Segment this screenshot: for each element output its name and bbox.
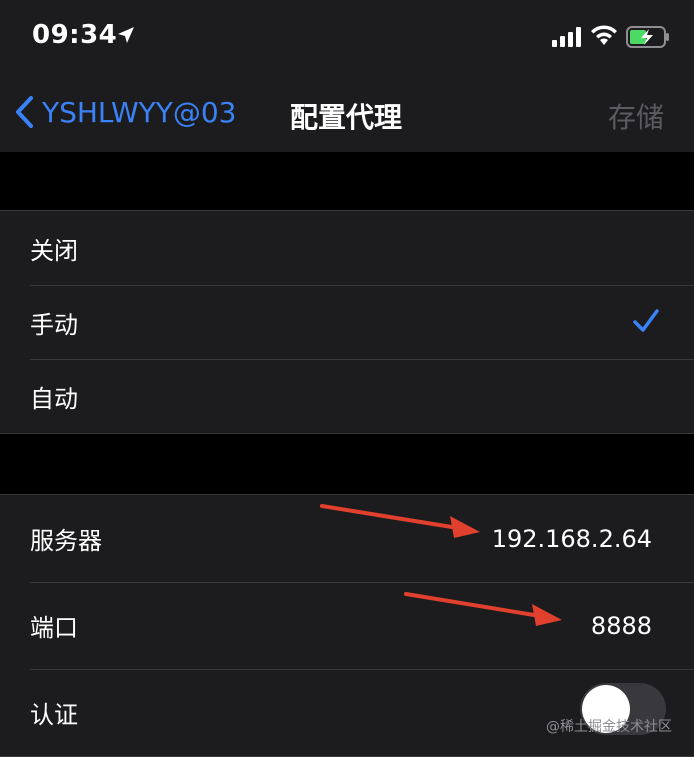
watermark: @稀土掘金技术社区 xyxy=(546,719,672,735)
back-button-label: YSHLWYY@03 xyxy=(42,95,237,129)
server-label: 服务器 xyxy=(30,527,102,555)
proxy-mode-off[interactable]: 关闭 xyxy=(0,211,694,285)
auth-label: 认证 xyxy=(30,701,78,729)
battery-charging-icon xyxy=(626,26,669,48)
auth-row: 认证 xyxy=(0,669,694,756)
proxy-mode-group: 关闭 手动 自动 xyxy=(0,210,694,434)
proxy-mode-auto[interactable]: 自动 xyxy=(0,359,694,433)
location-arrow-icon xyxy=(118,27,134,43)
port-field[interactable]: 8888 xyxy=(591,612,652,640)
chevron-left-icon xyxy=(16,96,33,128)
annotation-arrow-server xyxy=(320,504,480,538)
port-row[interactable]: 端口 8888 xyxy=(0,582,694,669)
annotation-arrow-port xyxy=(404,592,562,626)
port-label: 端口 xyxy=(30,614,78,642)
page-title: 配置代理 xyxy=(290,101,403,134)
proxy-mode-off-label: 关闭 xyxy=(30,236,78,265)
proxy-mode-manual-label: 手动 xyxy=(30,310,78,339)
save-button[interactable]: 存储 xyxy=(608,96,664,136)
navigation-bar: YSHLWYY@03 配置代理 存储 xyxy=(0,80,694,146)
proxy-mode-auto-label: 自动 xyxy=(30,384,78,413)
wifi-icon xyxy=(591,25,617,45)
back-button[interactable]: YSHLWYY@03 xyxy=(14,94,236,130)
cellular-signal-icon xyxy=(552,27,581,47)
status-bar: 09:34 xyxy=(0,0,694,72)
checkmark-icon xyxy=(633,309,659,332)
proxy-mode-manual[interactable]: 手动 xyxy=(0,285,694,359)
server-field[interactable]: 192.168.2.64 xyxy=(492,525,652,553)
navigation-area: 09:34 YSHLWYY@03 配置代理 存储 xyxy=(0,0,694,152)
status-time: 09:34 xyxy=(32,20,118,50)
